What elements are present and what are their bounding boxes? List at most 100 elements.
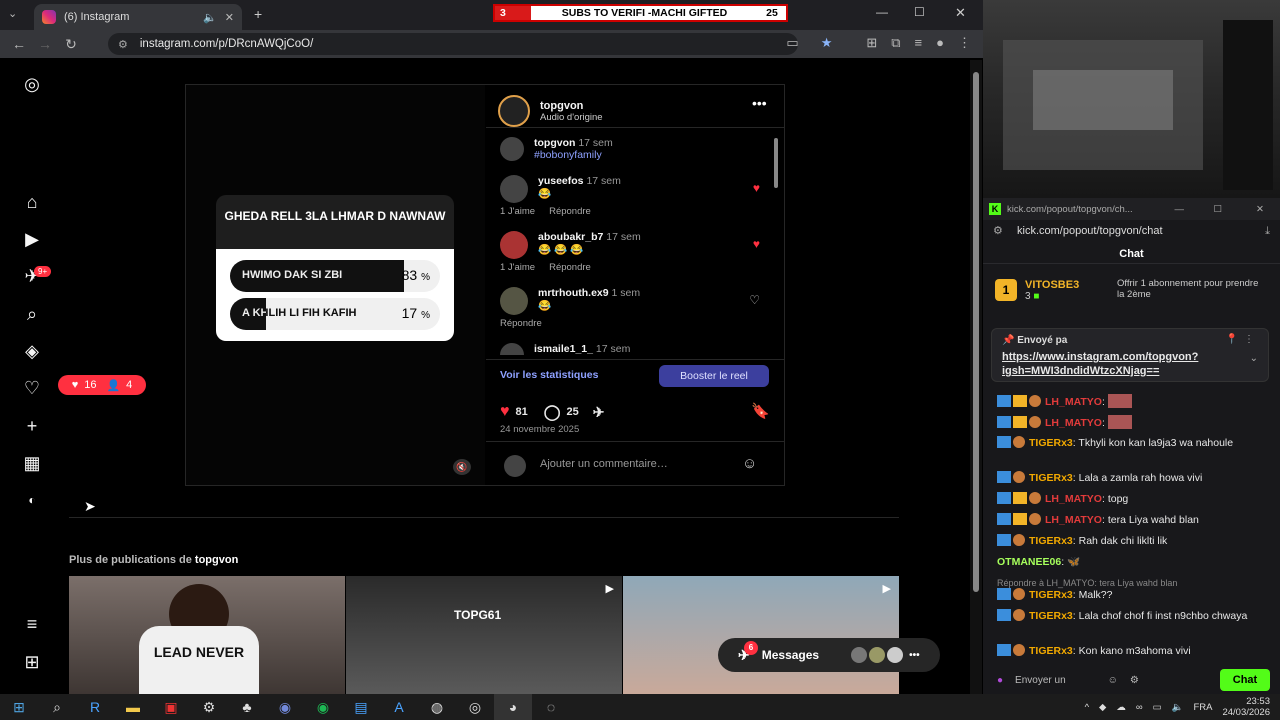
hashtag-link[interactable]: #bobonyfamily xyxy=(534,149,602,161)
forward-icon[interactable]: → xyxy=(32,36,58,52)
tab-search-icon[interactable]: ⌄ xyxy=(8,7,17,20)
audio-label[interactable]: Audio d'origine xyxy=(540,112,603,123)
tray-chevron-icon[interactable]: ^ xyxy=(1085,702,1089,713)
reply-link[interactable]: Répondre xyxy=(500,318,542,329)
taskbar-search-icon[interactable]: ⌕ xyxy=(38,694,76,720)
commenter-avatar[interactable] xyxy=(500,231,528,259)
pin-icon[interactable]: 📍 xyxy=(1226,334,1238,345)
dashboard-icon[interactable]: ▦ xyxy=(20,451,44,475)
reply-link[interactable]: Répondre xyxy=(549,206,591,217)
liked-heart-icon[interactable]: ♥ xyxy=(753,181,760,195)
chrome-icon[interactable]: ◕ xyxy=(494,694,532,720)
app-a-icon[interactable]: A xyxy=(380,694,418,720)
more-posts-user[interactable]: topgvon xyxy=(195,554,238,566)
mic-icon[interactable]: ● xyxy=(997,675,1003,686)
more-options-icon[interactable]: ••• xyxy=(752,95,767,111)
app-r-icon[interactable]: R xyxy=(76,694,114,720)
more-menu-icon[interactable]: ≡ xyxy=(20,612,44,636)
bookmark-star-icon[interactable]: ★ xyxy=(821,35,833,51)
heart-outline-icon[interactable]: ♡ xyxy=(749,293,760,307)
comment-input[interactable]: Ajouter un commentaire… xyxy=(540,458,668,470)
url-field[interactable]: ⚙ instagram.com/p/DRcnAWQjCoO/ xyxy=(108,33,798,55)
app-icon[interactable]: ▤ xyxy=(342,694,380,720)
chat-input[interactable]: Envoyer un xyxy=(1015,675,1066,686)
search-icon[interactable]: ⌕ xyxy=(20,302,44,326)
comments-scrollbar[interactable] xyxy=(772,128,780,353)
kick-close-button[interactable]: ✕ xyxy=(1256,204,1264,215)
tray-icon[interactable]: ◆ xyxy=(1099,702,1106,713)
messages-bar[interactable]: ✈ 6 Messages ••• xyxy=(718,638,940,672)
commenter-avatar[interactable] xyxy=(500,343,524,355)
expand-chevron-icon[interactable]: ⌄ xyxy=(1250,353,1258,364)
send-chat-button[interactable]: Chat xyxy=(1220,669,1270,691)
pinned-menu-icon[interactable]: ⋮ xyxy=(1244,334,1254,345)
explore-icon[interactable]: ◈ xyxy=(20,339,44,363)
file-explorer-icon[interactable]: ▬ xyxy=(114,694,152,720)
pinned-link[interactable]: https://www.instagram.com/topgvon?igsh=M… xyxy=(1002,350,1258,378)
poll-option-1[interactable]: HWIMO DAK SI ZBI 83 % xyxy=(230,260,440,292)
notification-bubble[interactable]: ♥ 16 👤 4 xyxy=(58,375,146,395)
thumbnail-3[interactable]: ▶ xyxy=(623,576,899,694)
voicemeeter-icon[interactable]: ▣ xyxy=(152,694,190,720)
thumbnail-1[interactable]: LEAD NEVER xyxy=(69,576,345,696)
site-settings-icon[interactable]: ⚙ xyxy=(993,220,1003,242)
download-icon[interactable]: ⤓ xyxy=(1265,220,1270,242)
tray-icon[interactable]: ☁ xyxy=(1116,702,1126,713)
reply-link[interactable]: Répondre xyxy=(549,262,591,273)
poll-option-2[interactable]: A KHLIH LI FIH KAFIH 17 % xyxy=(230,298,440,330)
kick-maximize-button[interactable]: ☐ xyxy=(1213,204,1222,215)
meta-apps-icon[interactable]: ⊞ xyxy=(20,650,44,674)
reload-icon[interactable]: ↻ xyxy=(58,36,84,53)
spotify-icon[interactable]: ◉ xyxy=(304,694,342,720)
settings-icon[interactable]: ⚙ xyxy=(1130,675,1139,686)
steam-icon[interactable]: ⚙ xyxy=(190,694,228,720)
language-indicator[interactable]: FRA xyxy=(1193,702,1212,713)
boost-reel-button[interactable]: Booster le reel xyxy=(659,365,769,387)
app-icon[interactable]: ◍ xyxy=(418,694,456,720)
speaker-icon[interactable]: 🔈 xyxy=(203,11,217,24)
view-stats-link[interactable]: Voir les statistiques xyxy=(500,369,598,381)
menu-dots-icon[interactable]: ⋮ xyxy=(958,35,971,51)
share-icon[interactable]: ✈ xyxy=(593,404,605,421)
notifications-heart-icon[interactable]: ♡ xyxy=(20,376,44,400)
emote-picker-icon[interactable]: ☺ xyxy=(1108,675,1118,686)
maximize-button[interactable]: ☐ xyxy=(914,5,925,19)
discord-icon[interactable]: ◉ xyxy=(266,694,304,720)
tray-icon[interactable]: ∞ xyxy=(1136,702,1143,713)
liked-heart-icon[interactable]: ♥ xyxy=(753,237,760,251)
back-icon[interactable]: ← xyxy=(6,36,32,52)
instagram-logo-icon[interactable]: ◎ xyxy=(20,72,44,96)
emoji-icon[interactable]: ☺ xyxy=(742,455,757,472)
tab-close-icon[interactable]: ✕ xyxy=(225,11,234,24)
author-avatar[interactable] xyxy=(498,95,530,127)
save-bookmark-icon[interactable]: 🔖 xyxy=(751,402,770,420)
commenter-avatar[interactable] xyxy=(500,287,528,315)
tab-instagram[interactable]: (6) Instagram 🔈 ✕ xyxy=(34,4,242,30)
clock[interactable]: 23:53 24/03/2026 xyxy=(1222,696,1270,718)
close-window-button[interactable]: ✕ xyxy=(955,5,966,21)
site-info-icon[interactable]: ⚙ xyxy=(118,38,128,51)
app-icon[interactable]: ◌ xyxy=(532,694,570,720)
profile-avatar-icon[interactable]: ● xyxy=(936,35,944,51)
page-scrollbar[interactable] xyxy=(970,60,982,694)
new-tab-button[interactable]: + xyxy=(254,6,262,22)
like-heart-icon[interactable]: ♥ xyxy=(500,403,510,421)
puzzle-icon[interactable]: ⧉ xyxy=(891,35,900,51)
mute-icon[interactable]: 🔇 xyxy=(453,459,471,475)
reels-icon[interactable]: ▶ xyxy=(20,227,44,251)
gift-offer[interactable]: Offrir 1 abonnement pour prendre la 2ème xyxy=(1117,278,1267,300)
app-icon[interactable]: ♣ xyxy=(228,694,266,720)
volume-icon[interactable]: 🔈 xyxy=(1172,702,1184,713)
media-icon[interactable]: ≡ xyxy=(915,35,923,51)
extension-icon[interactable]: ⊞ xyxy=(866,35,877,51)
home-icon[interactable]: ⌂ xyxy=(20,190,44,214)
thumbnail-2[interactable]: TOPG61 ▶ xyxy=(346,576,622,694)
comment-icon[interactable]: ◯ xyxy=(544,403,561,421)
commenter-avatar[interactable] xyxy=(500,137,524,161)
kick-minimize-button[interactable]: — xyxy=(1175,204,1185,215)
obs-icon[interactable]: ◎ xyxy=(456,694,494,720)
minimize-button[interactable]: — xyxy=(876,5,888,19)
commenter-avatar[interactable] xyxy=(500,175,528,203)
create-plus-icon[interactable]: + xyxy=(20,414,44,438)
profile-avatar[interactable]: ◐ xyxy=(20,488,44,512)
